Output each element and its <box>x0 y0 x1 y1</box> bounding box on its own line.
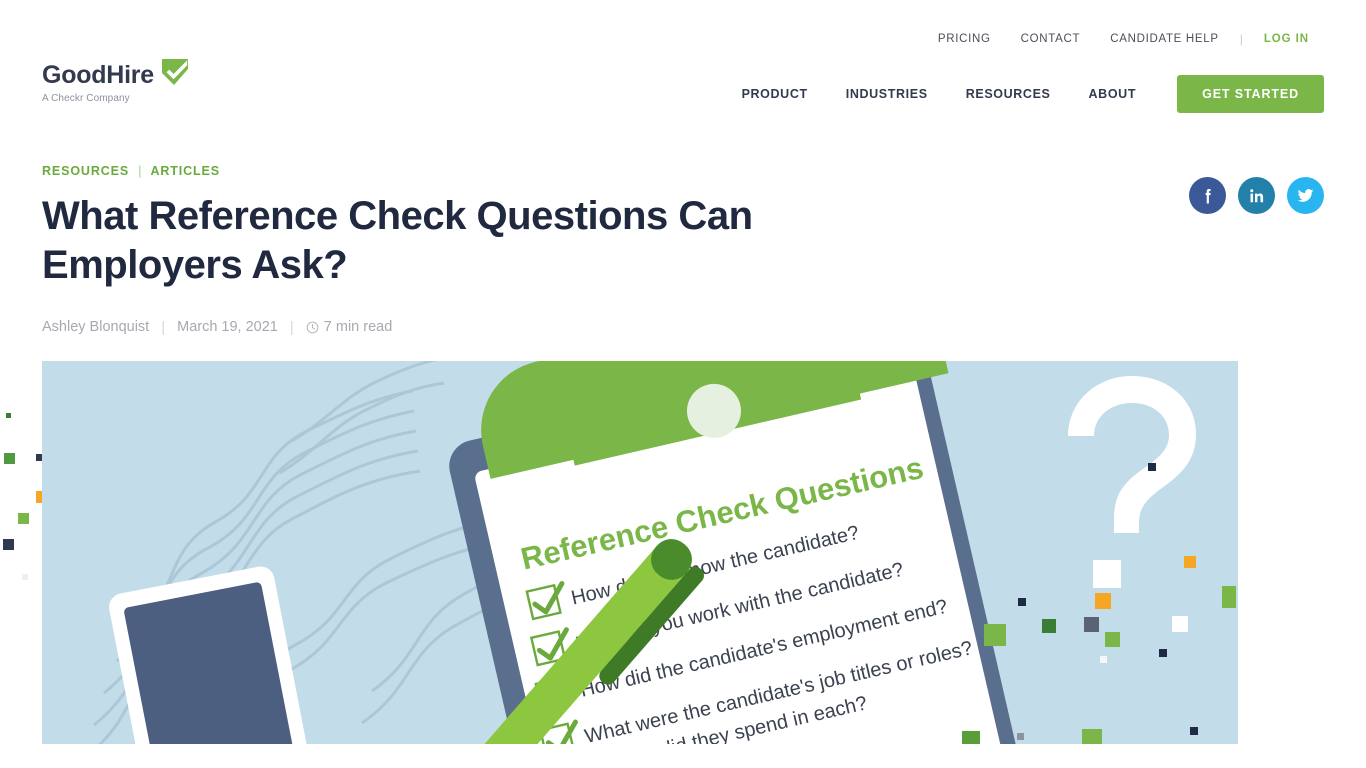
nav-item-product[interactable]: PRODUCT <box>723 87 827 101</box>
share-linkedin-button[interactable] <box>1238 177 1275 214</box>
main-nav: PRODUCT INDUSTRIES RESOURCES ABOUT GET S… <box>723 75 1324 113</box>
meta-separator-1: | <box>161 318 166 336</box>
login-link[interactable]: LOG IN <box>1249 33 1324 45</box>
logo-wordmark: GoodHire <box>42 61 154 89</box>
breadcrumb-separator: | <box>138 163 142 178</box>
nav-item-industries[interactable]: INDUSTRIES <box>827 87 947 101</box>
twitter-icon <box>1297 189 1314 202</box>
social-share-group <box>1189 177 1324 214</box>
nav-item-about[interactable]: ABOUT <box>1070 87 1156 101</box>
utility-divider: | <box>1239 32 1243 46</box>
author-name: Ashley Blonquist <box>42 319 150 336</box>
linkedin-icon <box>1249 188 1263 202</box>
share-facebook-button[interactable] <box>1189 177 1226 214</box>
article-header: RESOURCES | ARTICLES What Reference Chec… <box>0 163 1366 336</box>
hero-illustration: Reference Check Questions How do you kno… <box>42 360 1238 744</box>
breadcrumb: RESOURCES | ARTICLES <box>42 163 1324 178</box>
clock-icon <box>306 321 319 333</box>
breadcrumb-resources[interactable]: RESOURCES <box>42 164 129 178</box>
utility-link-pricing[interactable]: PRICING <box>923 33 1006 45</box>
logo-tagline: A Checkr Company <box>42 93 130 104</box>
checkmark-logo-icon <box>161 59 188 85</box>
meta-separator-2: | <box>289 318 294 336</box>
breadcrumb-articles[interactable]: ARTICLES <box>150 164 220 178</box>
read-time-group: 7 min read <box>306 319 393 336</box>
get-started-button[interactable]: GET STARTED <box>1177 75 1324 113</box>
read-time-label: 7 min read <box>323 319 393 336</box>
nav-item-resources[interactable]: RESOURCES <box>947 87 1070 101</box>
decorative-squares-left <box>3 412 42 580</box>
facebook-icon <box>1205 188 1211 203</box>
page-title: What Reference Check Questions Can Emplo… <box>42 194 753 287</box>
article-meta: Ashley Blonquist | March 19, 2021 | 7 mi… <box>42 319 1324 336</box>
hero-artwork: Reference Check Questions How do you kno… <box>42 360 1238 744</box>
utility-nav: PRICING CONTACT CANDIDATE HELP | LOG IN <box>923 32 1324 46</box>
publish-date: March 19, 2021 <box>177 319 278 336</box>
utility-link-contact[interactable]: CONTACT <box>1006 33 1096 45</box>
page-root: PRICING CONTACT CANDIDATE HELP | LOG IN … <box>0 0 1366 768</box>
utility-link-candidate-help[interactable]: CANDIDATE HELP <box>1095 33 1234 45</box>
share-twitter-button[interactable] <box>1287 177 1324 214</box>
site-logo[interactable]: GoodHire A Checkr Company <box>42 59 188 104</box>
site-header: PRICING CONTACT CANDIDATE HELP | LOG IN … <box>0 0 1366 130</box>
hero-illustration-wrap: Reference Check Questions How do you kno… <box>0 360 1366 744</box>
